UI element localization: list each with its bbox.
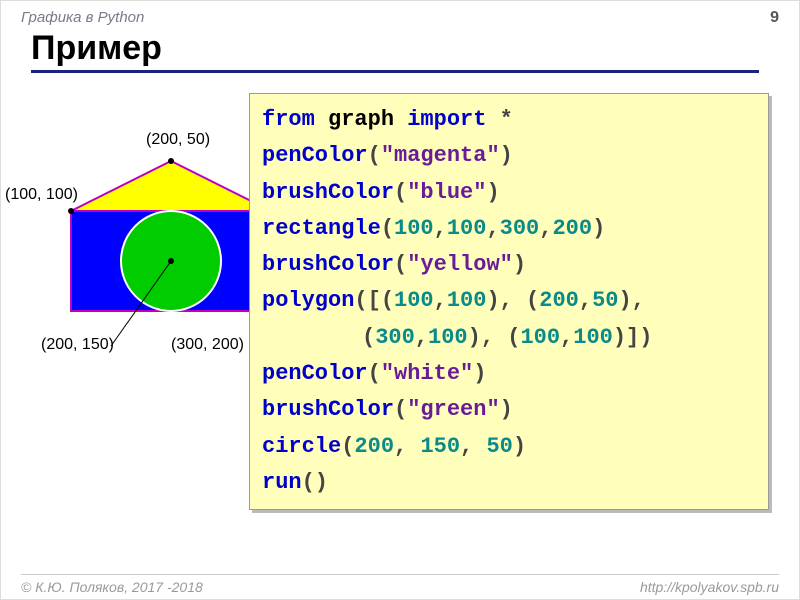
code-line: rectangle(100,100,300,200) bbox=[262, 211, 756, 247]
code-line: run() bbox=[262, 465, 756, 501]
label-left: (100, 100) bbox=[5, 186, 78, 204]
code-block: from graph import * penColor("magenta") … bbox=[249, 93, 769, 510]
code-line: penColor("magenta") bbox=[262, 138, 756, 174]
code-line: brushColor("yellow") bbox=[262, 247, 756, 283]
page-number: 9 bbox=[770, 9, 779, 27]
code-line: penColor("white") bbox=[262, 356, 756, 392]
code-line: brushColor("green") bbox=[262, 392, 756, 428]
header-strip: Графика в Python 9 bbox=[21, 9, 779, 27]
code-line: (300,100), (100,100)]) bbox=[262, 320, 756, 356]
footer-left: © К.Ю. Поляков, 2017 -2018 bbox=[21, 579, 203, 595]
footer-right: http://kpolyakov.spb.ru bbox=[640, 579, 779, 595]
figure: (200, 50) (100, 100) (200, 150) (300, 20… bbox=[21, 131, 281, 391]
code-line: brushColor("blue") bbox=[262, 175, 756, 211]
slide-title: Пример bbox=[31, 29, 759, 73]
header-topic: Графика в Python bbox=[21, 9, 144, 26]
label-br: (300, 200) bbox=[171, 336, 244, 354]
label-top: (200, 50) bbox=[146, 131, 210, 149]
code-line: circle(200, 150, 50) bbox=[262, 429, 756, 465]
label-center: (200, 150) bbox=[41, 336, 114, 354]
code-line: from graph import * bbox=[262, 102, 756, 138]
slide: Графика в Python 9 Пример (200, 50) (100… bbox=[0, 0, 800, 600]
code-line: polygon([(100,100), (200,50), bbox=[262, 283, 756, 319]
footer: © К.Ю. Поляков, 2017 -2018 http://kpolya… bbox=[21, 574, 779, 595]
